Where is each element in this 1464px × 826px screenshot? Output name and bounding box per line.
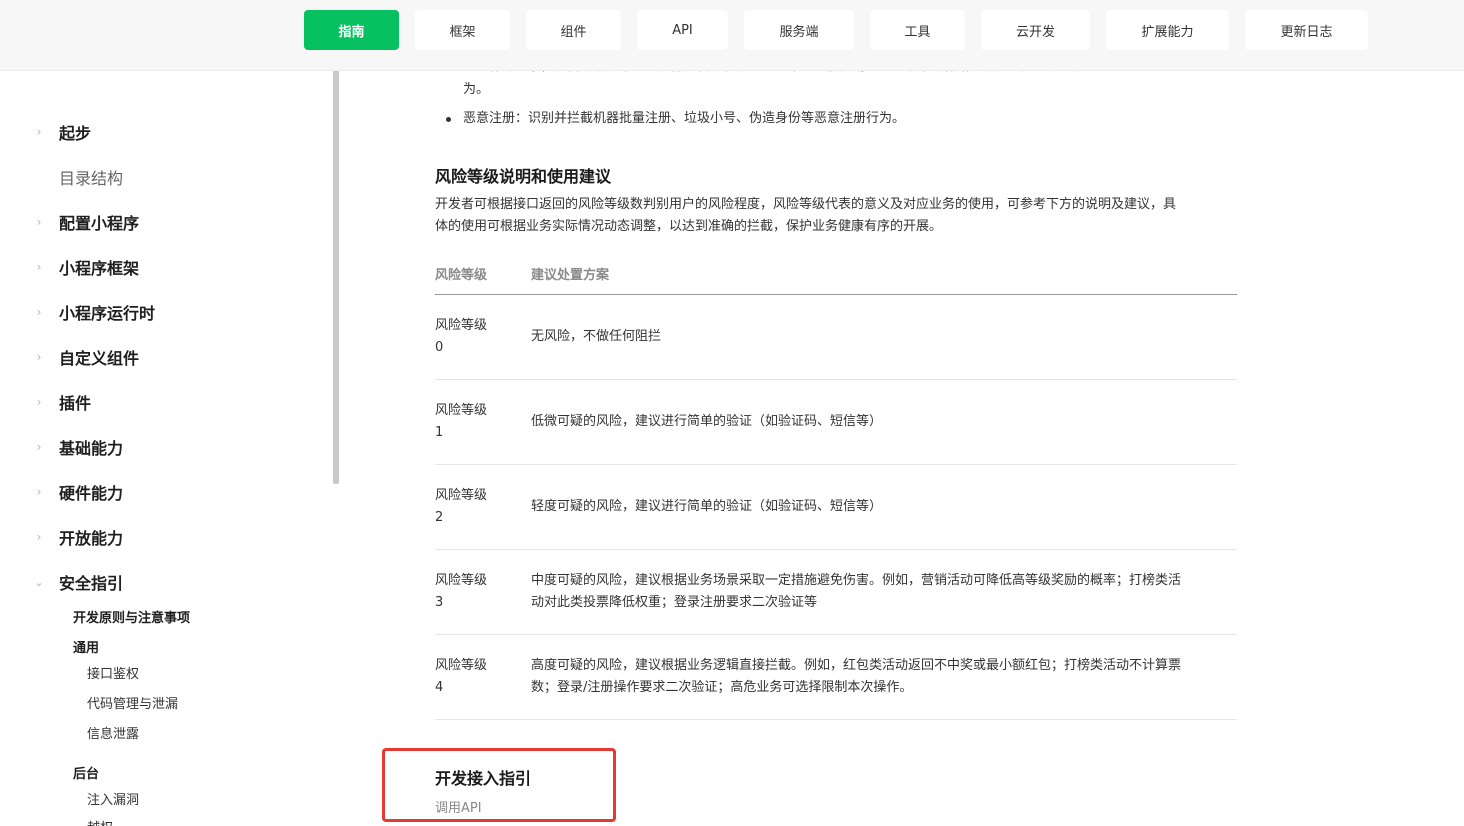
table-row-divider [435, 464, 1237, 465]
table-cell: 2 [435, 510, 444, 525]
sidebar-item-label: 基础能力 [59, 439, 124, 458]
table-row-divider [435, 549, 1237, 550]
dev-guide-subheading: 调用API [435, 801, 482, 816]
table-cell: 中度可疑的风险，建议根据业务场景采取一定措施避免伤害。例如，营销活动可降低高等级… [531, 573, 1182, 588]
table-cell: 0 [435, 340, 444, 355]
table-cell: 3 [435, 595, 444, 610]
sidebar-scrollbar[interactable] [333, 70, 339, 484]
top-nav: 指南 框架 组件 API 服务端 工具 云开发 扩展能力 更新日志 [0, 0, 1464, 71]
sidebar-item-info-leak[interactable]: 信息泄露 [87, 723, 139, 742]
table-cell: 低微可疑的风险，建议进行简单的验证（如验证码、短信等） [531, 414, 883, 429]
chevron-right-icon: › [36, 440, 42, 454]
chevron-right-icon: › [36, 395, 42, 409]
table-cell: 轻度可疑的风险，建议进行简单的验证（如验证码、短信等） [531, 499, 883, 514]
sidebar-item-hardware[interactable]: › 硬件能力 [0, 477, 330, 507]
chevron-right-icon: › [36, 215, 42, 229]
table-cell: 数；登录/注册操作要求二次验证；高危业务可选择限制本次操作。 [531, 680, 913, 695]
sidebar-item-label: 插件 [59, 394, 92, 413]
tab-cloud-dev[interactable]: 云开发 [981, 10, 1090, 50]
cutoff-text: 已防作弊场景，在营销活动中识别机器等自动化行为或刷单、虚假交易、恶意领取操作给予… [463, 70, 1087, 78]
sidebar-item-label: 目录结构 [59, 169, 124, 188]
table-cell: 风险等级 [435, 318, 488, 333]
table-row-divider [435, 719, 1237, 720]
table-cell: 高度可疑的风险，建议根据业务逻辑直接拦截。例如，红包类活动返回不中奖或最小额红包… [531, 658, 1182, 673]
sidebar-item-label: 小程序运行时 [59, 304, 156, 323]
sidebar-item-open[interactable]: › 开放能力 [0, 522, 330, 552]
dev-guide-heading: 开发接入指引 [435, 769, 532, 788]
chevron-right-icon: › [36, 260, 42, 274]
table-row: 风险等级 3 [435, 570, 487, 614]
table-header-divider [435, 294, 1237, 295]
sidebar-item-label: 开放能力 [59, 529, 124, 548]
table-cell: 无风险，不做任何阻拦 [531, 329, 662, 344]
sidebar-item-custom-components[interactable]: › 自定义组件 [0, 342, 330, 372]
sidebar-item-code-leak[interactable]: 代码管理与泄漏 [87, 693, 178, 712]
chevron-right-icon: › [36, 305, 42, 319]
section-paragraph: 体的使用可根据业务实际情况动态调整，以达到准确的拦截，保护业务健康有序的开展。 [435, 219, 943, 234]
table-row: 风险等级 0 [435, 315, 487, 359]
table-cell: 4 [435, 680, 444, 695]
sidebar-item-label: 硬件能力 [59, 484, 124, 503]
table-row-divider [435, 379, 1237, 380]
sidebar-item-framework[interactable]: › 小程序框架 [0, 252, 330, 282]
table-cell: 风险等级 [435, 658, 488, 673]
table-cell: 1 [435, 425, 444, 440]
bullet-item: 恶意注册：识别并拦截机器批量注册、垃圾小号、伪造身份等恶意注册行为。 [463, 111, 906, 126]
tab-framework[interactable]: 框架 [415, 10, 510, 50]
section-paragraph: 开发者可根据接口返回的风险等级数判别用户的风险程度，风险等级代表的意义及对应业务… [435, 197, 1177, 212]
sidebar-item-label: 配置小程序 [59, 214, 140, 233]
sidebar-item-plugins[interactable]: › 插件 [0, 387, 330, 417]
tab-extended[interactable]: 扩展能力 [1106, 10, 1229, 50]
table-row-divider [435, 634, 1237, 635]
cutoff-text-end: 为。 [463, 82, 490, 97]
main-content: 已防作弊场景，在营销活动中识别机器等自动化行为或刷单、虚假交易、恶意领取操作给予… [340, 70, 1464, 826]
sidebar-item-api-auth[interactable]: 接口鉴权 [87, 663, 139, 682]
sidebar-item-label: 安全指引 [59, 574, 124, 593]
tab-api[interactable]: API [637, 10, 728, 50]
sidebar-item-getting-started[interactable]: › 起步 [0, 117, 330, 147]
sidebar-group-backend: 后台 [73, 767, 100, 782]
sidebar-item-security[interactable]: ⌄ 安全指引 [0, 567, 330, 597]
section-heading: 风险等级说明和使用建议 [435, 167, 612, 186]
table-header: 风险等级 [435, 268, 488, 283]
tab-changelog[interactable]: 更新日志 [1245, 10, 1368, 50]
chevron-right-icon: › [36, 125, 42, 139]
sidebar-item-label: 自定义组件 [59, 349, 140, 368]
table-cell: 风险等级 [435, 488, 488, 503]
sidebar-item-label: 小程序框架 [59, 259, 140, 278]
sidebar-item-runtime[interactable]: › 小程序运行时 [0, 297, 330, 327]
table-row: 风险等级 2 [435, 485, 487, 529]
bullet-dot [446, 117, 451, 122]
sidebar-item-injection[interactable]: 注入漏洞 [87, 789, 139, 808]
table-row: 风险等级 1 [435, 400, 487, 444]
tab-guide[interactable]: 指南 [304, 10, 399, 50]
table-cell: 动对此类投票降低权重；登录注册要求二次验证等 [531, 595, 818, 610]
chevron-right-icon: › [36, 485, 42, 499]
sidebar: › 起步 目录结构 › 配置小程序 › 小程序框架 › 小程序运行时 › 自定义… [0, 70, 332, 826]
tab-components[interactable]: 组件 [526, 10, 621, 50]
table-header: 建议处置方案 [531, 268, 610, 283]
sidebar-group-general: 通用 [73, 641, 100, 656]
sidebar-item-config[interactable]: › 配置小程序 [0, 207, 330, 237]
chevron-down-icon: ⌄ [34, 575, 44, 589]
table-cell: 风险等级 [435, 573, 488, 588]
tab-tools[interactable]: 工具 [870, 10, 965, 50]
table-cell: 风险等级 [435, 403, 488, 418]
table-row: 风险等级 4 [435, 655, 487, 699]
sidebar-item-directory[interactable]: 目录结构 [0, 162, 330, 192]
chevron-right-icon: › [36, 530, 42, 544]
chevron-right-icon: › [36, 350, 42, 364]
tab-server[interactable]: 服务端 [744, 10, 854, 50]
sidebar-item-principles[interactable]: 开发原则与注意事项 [73, 607, 190, 626]
sidebar-item-basic[interactable]: › 基础能力 [0, 432, 330, 462]
sidebar-item-label: 起步 [59, 124, 92, 143]
sidebar-item-privilege[interactable]: 越权... [87, 817, 125, 826]
